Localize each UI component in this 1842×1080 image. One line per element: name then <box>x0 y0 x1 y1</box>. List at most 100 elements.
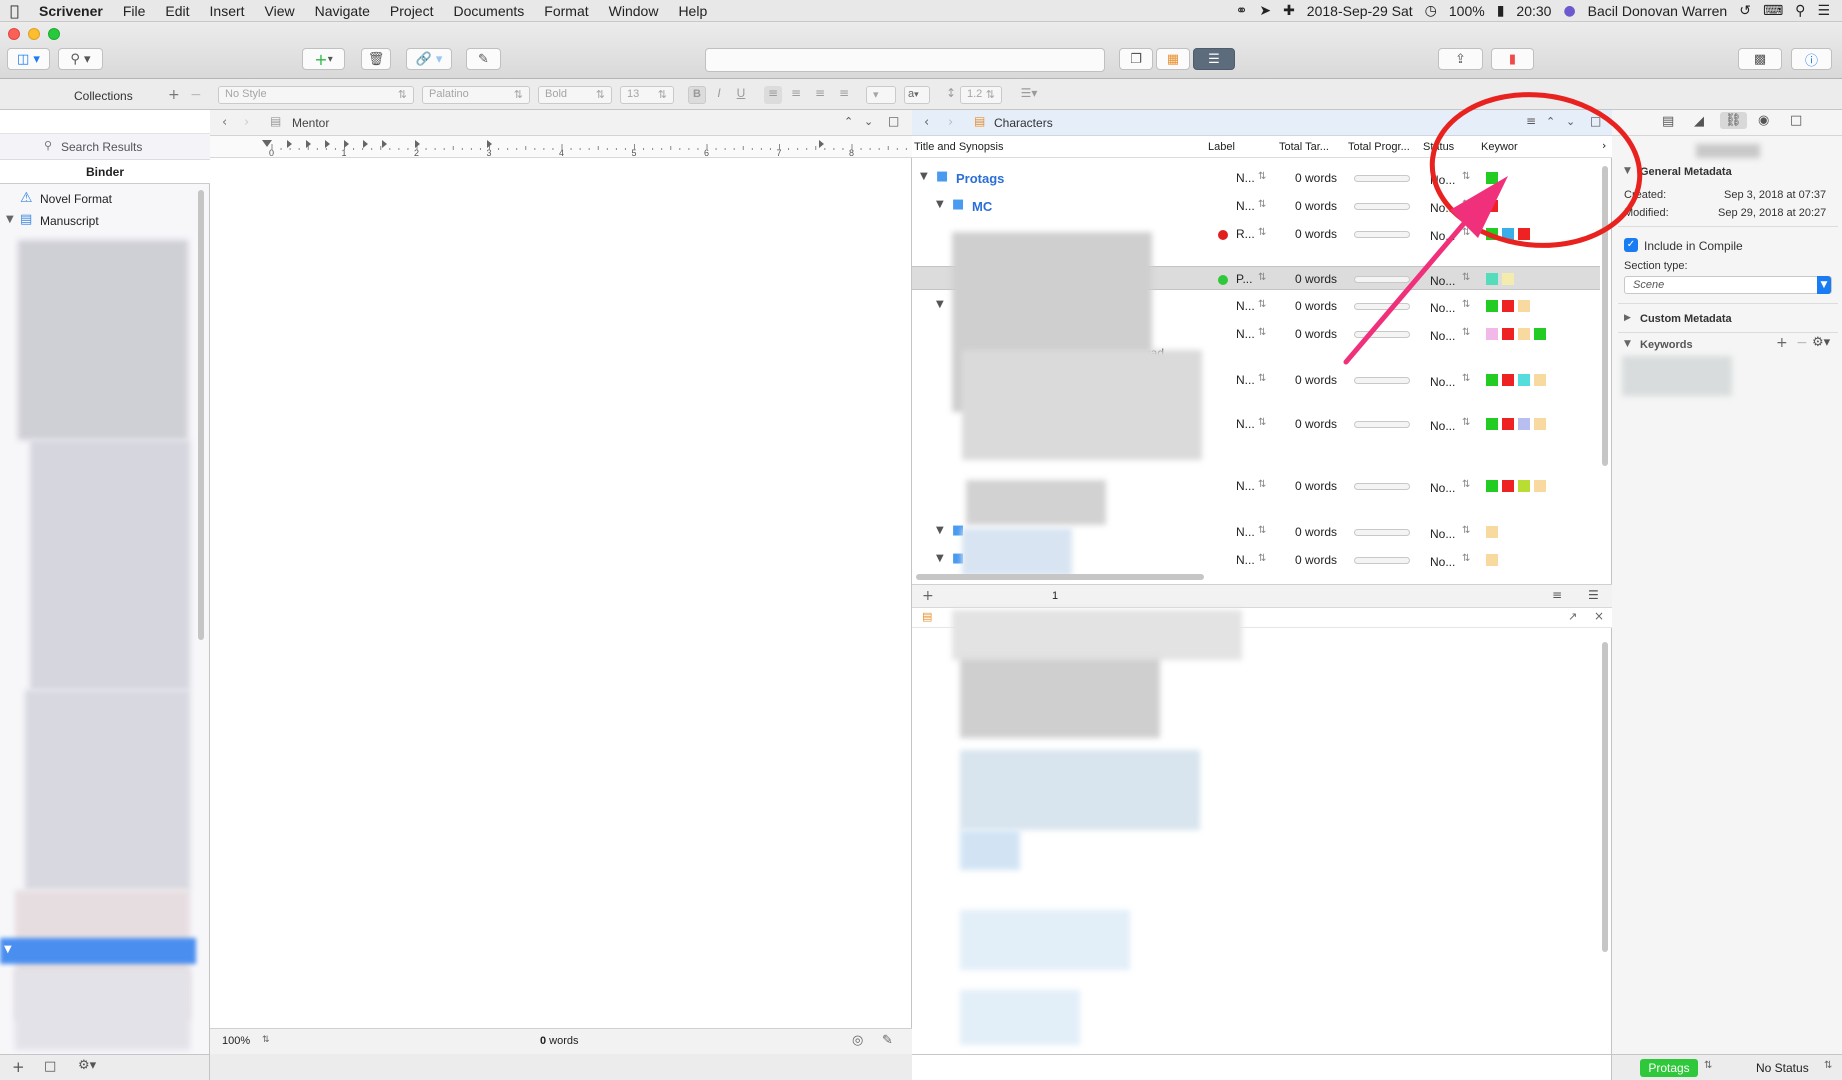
chevron-updown-icon[interactable]: ⇅ <box>1824 1060 1832 1071</box>
chevron-updown-icon[interactable]: ⇅ <box>1462 171 1470 182</box>
app-menu[interactable]: Scrivener <box>29 3 113 19</box>
add-keyword-icon[interactable]: + <box>1776 335 1788 351</box>
pop-out-icon[interactable]: ↗ <box>1568 610 1577 623</box>
row-label[interactable]: N... <box>1236 479 1255 493</box>
battery-icon[interactable]: ▮ <box>1497 3 1505 19</box>
row-label[interactable]: N... <box>1236 299 1255 313</box>
close-window-icon[interactable] <box>8 28 20 40</box>
menu-format[interactable]: Format <box>534 3 598 19</box>
italic-button[interactable]: I <box>712 86 726 104</box>
row-status[interactable]: No... <box>1430 229 1455 243</box>
plus-cross-icon[interactable]: ✚ <box>1283 3 1295 19</box>
user-avatar-icon[interactable]: ● <box>1563 3 1575 19</box>
text-indent-icon[interactable]: ≡ <box>1552 588 1562 602</box>
col-status[interactable]: Status <box>1423 141 1454 153</box>
text-color-select[interactable]: ▾ <box>866 86 896 104</box>
menu-project[interactable]: Project <box>380 3 444 19</box>
keywords-heading[interactable]: Keywords <box>1640 339 1693 351</box>
menu-list-icon[interactable]: ☰ <box>1817 3 1830 19</box>
clock-icon[interactable]: ◷ <box>1425 3 1437 19</box>
chevron-updown-icon[interactable]: ⇅ <box>1258 327 1266 338</box>
add-icon[interactable]: + <box>12 1058 25 1076</box>
snapshots-tab-icon[interactable]: ◉ <box>1758 113 1769 128</box>
disclosure-triangle-icon[interactable]: ▼ <box>1624 166 1631 176</box>
time-machine-icon[interactable]: ↺ <box>1739 3 1751 19</box>
tab-stop-marker[interactable] <box>819 140 824 148</box>
row-label[interactable]: N... <box>1236 553 1255 567</box>
bookmark-button[interactable]: ▮ <box>1491 48 1534 70</box>
chevron-updown-icon[interactable]: ⇅ <box>1462 299 1470 310</box>
style-select[interactable]: No Style ⇅ <box>218 86 414 104</box>
editor-doc-title[interactable]: Mentor <box>292 116 329 130</box>
gear-icon[interactable]: ⚙▾ <box>1812 335 1830 350</box>
line-spacing-select[interactable]: 1.2 ⇅ <box>960 86 1002 104</box>
split-editor-icon[interactable]: □ <box>888 114 899 128</box>
chevron-updown-icon[interactable]: ⇅ <box>1258 479 1266 490</box>
chevron-updown-icon[interactable]: ⇅ <box>1258 299 1266 310</box>
chevron-down-icon[interactable]: ⌄ <box>864 115 873 128</box>
col-total-target[interactable]: Total Tar... <box>1279 141 1329 153</box>
menubar-user[interactable]: Bacil Donovan Warren <box>1588 3 1728 19</box>
menu-insert[interactable]: Insert <box>200 3 255 19</box>
disclosure-triangle-icon[interactable]: ▼ <box>936 199 944 210</box>
trash-button[interactable]: 🗑 <box>361 48 391 70</box>
row-label[interactable]: N... <box>1236 525 1255 539</box>
align-left-icon[interactable]: ≡ <box>764 86 782 104</box>
view-corkboard-button[interactable]: ▦ <box>1156 48 1190 70</box>
font-select[interactable]: Palatino ⇅ <box>422 86 530 104</box>
chevron-updown-icon[interactable]: ⇅ <box>1258 171 1266 182</box>
add-folder-icon[interactable]: □ <box>44 1059 56 1074</box>
metadata-tab-icon[interactable]: ⛓ <box>1720 112 1747 129</box>
binder-item-manuscript[interactable]: ▼ ▤ Manuscript <box>0 210 196 232</box>
outliner-menu-icon[interactable]: ≡ <box>1526 114 1536 128</box>
tab-stop-marker[interactable] <box>363 140 368 148</box>
disclosure-triangle-icon[interactable]: ▼ <box>936 553 944 564</box>
chevron-updown-icon[interactable]: ⇅ <box>1462 373 1470 384</box>
view-layout-button[interactable]: ◫ ▾ <box>7 48 50 70</box>
tab-stop-marker[interactable] <box>325 140 330 148</box>
chevron-updown-icon[interactable]: ⇅ <box>1462 327 1470 338</box>
row-status[interactable]: No... <box>1430 419 1455 433</box>
target-icon[interactable]: ◎ <box>852 1033 863 1048</box>
tab-stop-marker[interactable] <box>382 140 387 148</box>
title-search-field[interactable] <box>705 48 1105 72</box>
row-label[interactable]: N... <box>1236 171 1255 185</box>
chevron-updown-icon[interactable]: ⇅ <box>1258 199 1266 210</box>
character-style-select[interactable]: a▾ <box>904 86 930 104</box>
outliner-doc-title[interactable]: Characters <box>994 116 1053 130</box>
row-label[interactable]: N... <box>1236 327 1255 341</box>
chevron-updown-icon[interactable]: ⇅ <box>1462 479 1470 490</box>
menubar-date[interactable]: 2018-Sep-29 Sat <box>1307 3 1413 19</box>
col-keywords[interactable]: Keywor <box>1481 141 1518 153</box>
row-label[interactable]: N... <box>1236 417 1255 431</box>
menu-documents[interactable]: Documents <box>443 3 534 19</box>
zoom-chevron-icon[interactable]: ⇅ <box>262 1035 270 1045</box>
rocket-icon[interactable]: ➤ <box>1259 3 1271 19</box>
search-spotlight-icon[interactable]: ⚲ <box>1795 3 1805 19</box>
row-status[interactable]: No... <box>1430 301 1455 315</box>
gear-icon[interactable]: ⚙▾ <box>78 1058 96 1073</box>
search-tool-button[interactable]: ⚲ ▾ <box>58 48 103 70</box>
menu-view[interactable]: View <box>255 3 305 19</box>
bookmarks-tab-icon[interactable]: ◢ <box>1694 114 1704 129</box>
row-status[interactable]: No... <box>1430 201 1455 215</box>
line-spacing-icon[interactable]: ↕ <box>944 86 958 104</box>
align-justify-icon[interactable]: ≡ <box>836 86 852 104</box>
menu-edit[interactable]: Edit <box>155 3 199 19</box>
back-arrow-icon[interactable]: ‹ <box>924 115 929 130</box>
chevron-updown-icon[interactable]: ⇅ <box>1258 272 1266 283</box>
custom-metadata-heading[interactable]: Custom Metadata <box>1640 313 1732 325</box>
outliner-row[interactable]: ▼ ■ MC N... ⇅ 0 words No... ⇅ <box>912 194 1600 218</box>
tab-stop-marker[interactable] <box>287 140 292 148</box>
zoom-window-icon[interactable] <box>48 28 60 40</box>
disclosure-triangle-icon[interactable]: ▼ <box>936 299 944 310</box>
disclosure-triangle-icon[interactable]: ▼ <box>1624 339 1631 349</box>
row-label[interactable]: R... <box>1236 227 1255 241</box>
quickref-button[interactable]: ▩ <box>1738 48 1782 70</box>
general-metadata-heading[interactable]: General Metadata <box>1640 166 1732 178</box>
col-total-progress[interactable]: Total Progr... <box>1348 141 1410 153</box>
list-view-icon[interactable]: ☰ <box>1588 588 1599 602</box>
lower-pane-scrollbar[interactable] <box>1602 642 1608 952</box>
chevron-updown-icon[interactable]: ⇅ <box>1462 553 1470 564</box>
align-center-icon[interactable]: ≡ <box>788 86 804 104</box>
